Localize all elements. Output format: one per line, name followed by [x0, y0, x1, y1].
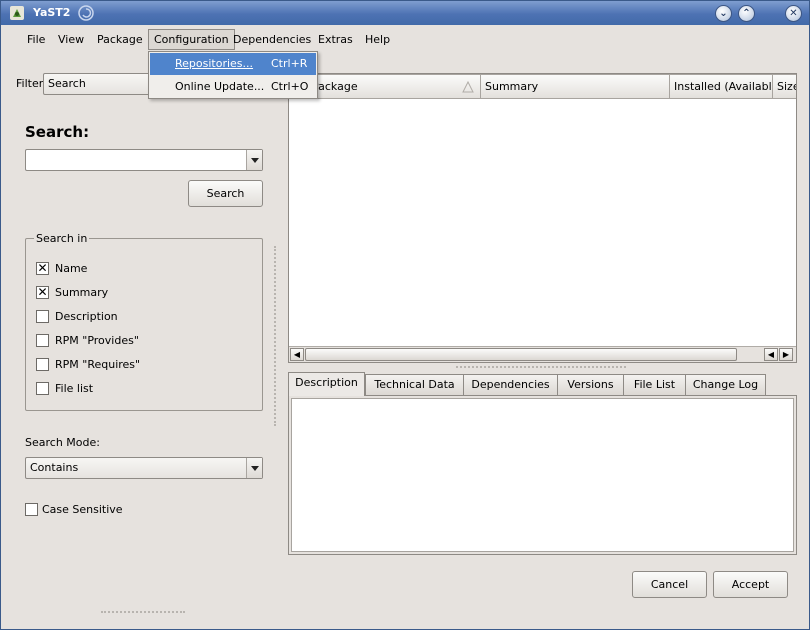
- menu-item-label: Repositories...: [175, 57, 254, 70]
- splitter-handle-horizontal[interactable]: [456, 366, 626, 368]
- tab-dependencies[interactable]: Dependencies: [463, 374, 558, 395]
- menu-item-shortcut: Ctrl+O: [271, 80, 309, 93]
- menu-item-repositories[interactable]: Repositories... Ctrl+R: [150, 53, 316, 75]
- column-size[interactable]: Size: [772, 74, 796, 99]
- tab-file-list[interactable]: File List: [623, 374, 686, 395]
- column-summary[interactable]: Summary: [480, 74, 670, 99]
- description-text-area[interactable]: [291, 398, 794, 552]
- menu-package[interactable]: Package: [91, 29, 149, 50]
- checkbox-unchecked-icon[interactable]: [25, 503, 38, 516]
- column-label: Package: [312, 80, 358, 93]
- search-mode-combo[interactable]: Contains: [25, 457, 263, 479]
- checkbox-label: File list: [55, 382, 94, 395]
- menu-extras[interactable]: Extras: [312, 29, 359, 50]
- checkbox-checked-icon[interactable]: ✕: [36, 286, 49, 299]
- minimize-button[interactable]: ⌄: [715, 5, 732, 22]
- checkbox-checked-icon[interactable]: ✕: [36, 262, 49, 275]
- search-button[interactable]: Search: [188, 180, 263, 207]
- chevron-down-icon[interactable]: [246, 150, 262, 170]
- filter-value: Search: [48, 77, 86, 90]
- column-installed[interactable]: Installed (Available): [669, 74, 773, 99]
- menu-configuration[interactable]: Configuration: [148, 29, 235, 50]
- splitter-handle[interactable]: [274, 246, 276, 426]
- close-button[interactable]: ✕: [785, 5, 802, 22]
- search-mode-label: Search Mode:: [25, 436, 100, 449]
- menu-item-online-update[interactable]: Online Update... Ctrl+O: [150, 76, 316, 98]
- help-spiral-icon[interactable]: [77, 4, 95, 22]
- scroll-right-icon[interactable]: ▶: [779, 348, 793, 361]
- maximize-button[interactable]: ⌃: [738, 5, 755, 22]
- checkbox-unchecked-icon[interactable]: [36, 334, 49, 347]
- menu-item-label: Online Update...: [175, 80, 265, 93]
- chevron-down-icon[interactable]: [246, 458, 262, 478]
- window-title: YaST2: [33, 6, 71, 19]
- search-in-group: Search in ✕ Name ✕ Summary Description R…: [25, 232, 263, 411]
- checkbox-unchecked-icon[interactable]: [36, 382, 49, 395]
- checkbox-label: Summary: [55, 286, 109, 299]
- menu-help[interactable]: Help: [359, 29, 396, 50]
- search-input[interactable]: [25, 149, 263, 171]
- checkbox-label: Case Sensitive: [42, 503, 123, 516]
- scroll-left-icon[interactable]: ◀: [290, 348, 304, 361]
- scrollbar-thumb[interactable]: [305, 348, 737, 361]
- search-mode-value: Contains: [30, 461, 79, 474]
- resize-grip[interactable]: [101, 611, 185, 613]
- search-heading: Search:: [25, 123, 90, 141]
- search-in-legend: Search in: [34, 232, 90, 245]
- menu-bar: File View Package Configuration Dependen…: [1, 27, 809, 51]
- title-bar[interactable]: YaST2 ⌄ ⌃ ✕: [1, 1, 809, 25]
- checkbox-label: RPM "Provides": [55, 334, 139, 347]
- checkbox-label: Name: [55, 262, 88, 275]
- column-label: Summary: [485, 80, 539, 93]
- tab-technical-data[interactable]: Technical Data: [365, 374, 464, 395]
- checkbox-unchecked-icon[interactable]: [36, 310, 49, 323]
- menu-dependencies[interactable]: Dependencies: [227, 29, 317, 50]
- column-label: Installed (Available): [674, 80, 773, 93]
- filter-combo[interactable]: Search: [43, 73, 153, 95]
- tab-change-log[interactable]: Change Log: [685, 374, 766, 395]
- yast2-window: YaST2 ⌄ ⌃ ✕ File View Package Configurat…: [0, 0, 810, 630]
- checkbox-unchecked-icon[interactable]: [36, 358, 49, 371]
- sort-ascending-icon: [462, 81, 474, 93]
- checkbox-label: Description: [55, 310, 118, 323]
- tab-description[interactable]: Description: [288, 372, 365, 396]
- menu-view[interactable]: View: [52, 29, 90, 50]
- checkbox-label: RPM "Requires": [55, 358, 141, 371]
- menu-file[interactable]: File: [21, 29, 51, 50]
- details-tabs: Description Technical Data Dependencies …: [288, 372, 788, 396]
- package-table[interactable]: Package Summary Installed (Available) Si…: [288, 73, 797, 363]
- cancel-button[interactable]: Cancel: [632, 571, 707, 598]
- column-label: Size: [777, 80, 796, 93]
- tab-versions[interactable]: Versions: [557, 374, 624, 395]
- configuration-dropdown: Repositories... Ctrl+R Online Update... …: [148, 51, 318, 99]
- description-panel: [288, 395, 797, 555]
- accept-button[interactable]: Accept: [713, 571, 788, 598]
- scroll-left-icon[interactable]: ◀: [764, 348, 778, 361]
- menu-item-shortcut: Ctrl+R: [271, 57, 308, 70]
- yast-app-icon: [10, 6, 24, 20]
- horizontal-scrollbar[interactable]: ◀ ◀ ▶: [289, 346, 796, 362]
